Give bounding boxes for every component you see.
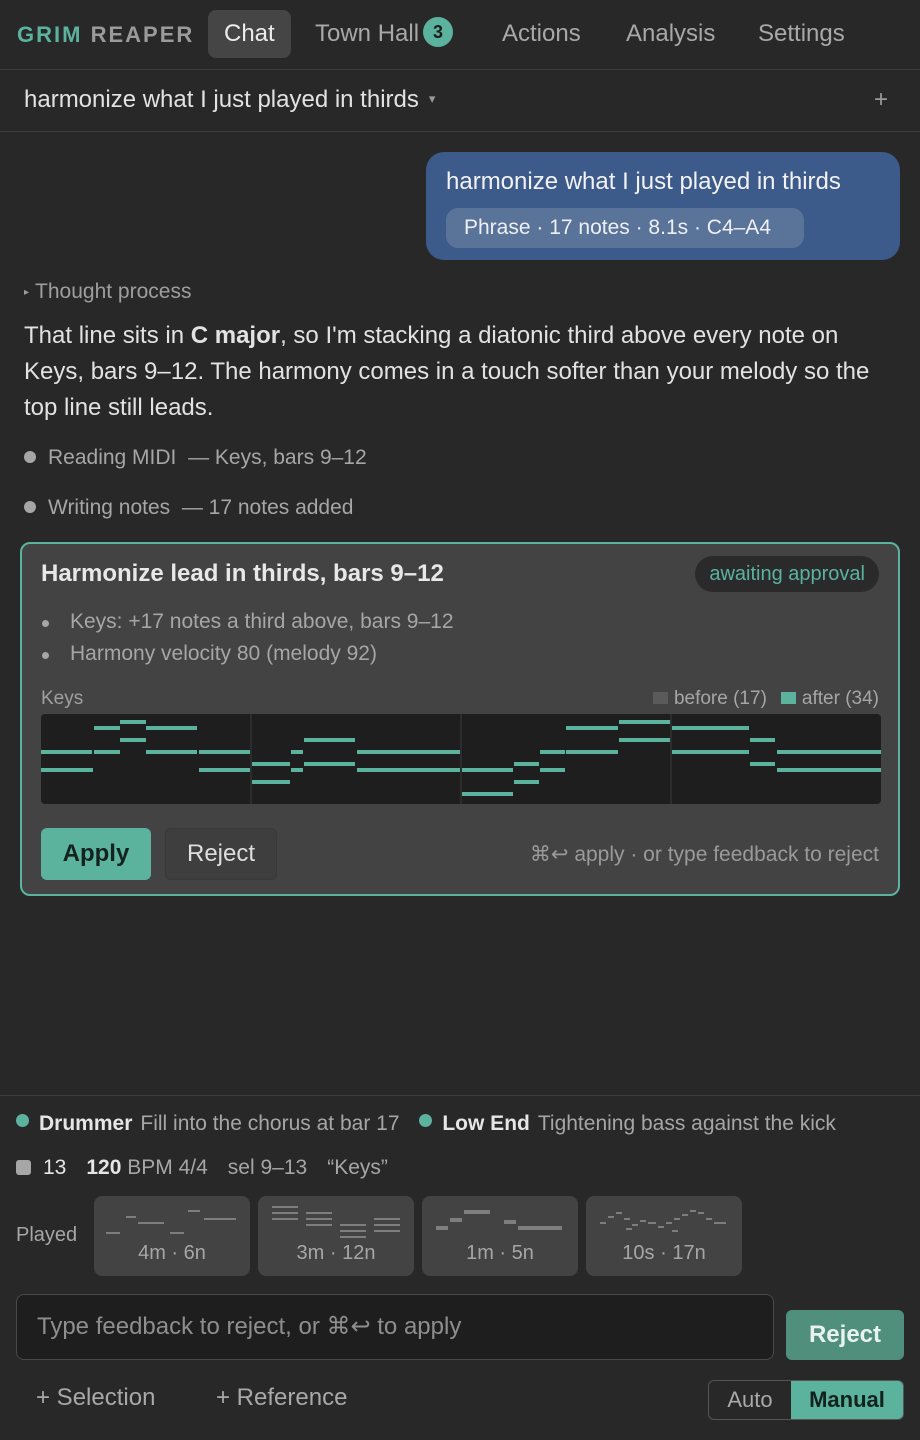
agent-message: Tightening bass against the kick bbox=[537, 1112, 836, 1135]
tab-settings[interactable]: Settings bbox=[742, 10, 861, 58]
played-clip[interactable]: 1m · 5n bbox=[422, 1196, 578, 1276]
after-swatch bbox=[780, 692, 796, 704]
agent-message: Fill into the chorus at bar 17 bbox=[140, 1112, 400, 1135]
step-detail: — Keys, bars 9–12 bbox=[188, 446, 367, 469]
apply-button[interactable]: Apply bbox=[41, 828, 151, 880]
clip-thumbnail bbox=[106, 1210, 236, 1234]
selection-range: sel 9–13 bbox=[227, 1156, 308, 1179]
step-label: Reading MIDI bbox=[48, 446, 177, 469]
played-clip[interactable]: 4m · 6n bbox=[94, 1196, 250, 1276]
tab-label: Settings bbox=[758, 20, 845, 47]
played-clip[interactable]: 3m · 12n bbox=[258, 1196, 414, 1276]
played-label: Played bbox=[16, 1224, 78, 1246]
clip-label: 4m · 6n bbox=[138, 1242, 206, 1264]
approval-mode-toggle: Auto Manual bbox=[708, 1380, 904, 1420]
clip-label: 10s · 17n bbox=[622, 1242, 706, 1264]
assistant-message: That line sits in C major, so I'm stacki… bbox=[24, 318, 904, 426]
mode-manual[interactable]: Manual bbox=[791, 1381, 903, 1419]
step-label: Writing notes bbox=[48, 496, 171, 519]
tab-analysis[interactable]: Analysis bbox=[610, 10, 731, 58]
step-status-dot bbox=[24, 501, 36, 513]
step-detail: — 17 notes added bbox=[181, 496, 354, 519]
track-count: 13 bbox=[43, 1156, 67, 1179]
feedback-input[interactable] bbox=[16, 1294, 774, 1360]
logo-word-grim: GRIM bbox=[17, 22, 83, 47]
tool-step-write: Writing notes — 17 notes added bbox=[24, 496, 353, 520]
agent-activity-strip: Drummer Fill into the chorus at bar 17 Lo… bbox=[16, 1112, 906, 1144]
user-message: harmonize what I just played in thirds P… bbox=[426, 152, 900, 260]
status-badge: awaiting approval bbox=[695, 556, 879, 592]
tool-step-read: Reading MIDI — Keys, bars 9–12 bbox=[24, 446, 367, 470]
action-title: Harmonize lead in thirds, bars 9–12 bbox=[41, 560, 444, 587]
action-detail: Keys: +17 notes a third above, bars 9–12 bbox=[42, 610, 454, 633]
thread-selector[interactable]: harmonize what I just played in thirds ▾ bbox=[24, 86, 435, 114]
clip-label: 3m · 12n bbox=[296, 1242, 376, 1264]
phrase-attachment-chip[interactable]: Phrase · 17 notes · 8.1s · C4–A4 bbox=[446, 208, 804, 248]
composer-panel: Drummer Fill into the chorus at bar 17 Lo… bbox=[0, 1095, 920, 1440]
reject-button[interactable]: Reject bbox=[165, 828, 277, 880]
piano-roll-preview bbox=[41, 714, 881, 804]
track-count-icon bbox=[16, 1160, 31, 1175]
tab-label: Chat bbox=[224, 20, 275, 47]
clip-thumbnail bbox=[272, 1206, 400, 1238]
project-status: 13 120 BPM 4/4 sel 9–13 “Keys” bbox=[16, 1156, 388, 1180]
thread-title: harmonize what I just played in thirds bbox=[24, 86, 419, 113]
answer-key: C major bbox=[190, 322, 281, 349]
mode-auto[interactable]: Auto bbox=[709, 1381, 791, 1419]
pending-action-card: Harmonize lead in thirds, bars 9–12 awai… bbox=[20, 542, 900, 896]
add-selection-button[interactable]: + Selection bbox=[36, 1384, 155, 1412]
logo-word-reaper: REAPER bbox=[90, 22, 195, 47]
top-navigation: GRIM REAPER Chat Town Hall 3 Actions Anal… bbox=[0, 0, 920, 70]
agent-status-dot bbox=[419, 1114, 433, 1127]
piano-roll-notes bbox=[41, 714, 881, 804]
diff-legend: before (17) after (34) bbox=[639, 688, 879, 710]
step-status-dot bbox=[24, 451, 36, 463]
selected-track: “Keys” bbox=[327, 1156, 388, 1179]
tab-town-hall[interactable]: Town Hall 3 bbox=[299, 10, 469, 58]
tab-label: Town Hall bbox=[315, 20, 420, 47]
played-clip[interactable]: 10s · 17n bbox=[586, 1196, 742, 1276]
clip-thumbnail bbox=[600, 1210, 726, 1232]
agent-status-dot bbox=[16, 1114, 29, 1127]
new-thread-button[interactable]: + bbox=[874, 86, 888, 114]
notification-badge: 3 bbox=[423, 17, 454, 47]
tempo-value: 120 bbox=[86, 1156, 122, 1179]
action-detail: Harmony velocity 80 (melody 92) bbox=[42, 642, 377, 665]
send-reject-button[interactable]: Reject bbox=[786, 1310, 904, 1360]
tab-label: Analysis bbox=[626, 20, 716, 47]
chevron-down-icon: ▾ bbox=[428, 91, 436, 106]
thought-process-toggle[interactable]: ▸ Thought process bbox=[24, 280, 191, 304]
clip-thumbnail bbox=[436, 1210, 562, 1230]
app-logo: GRIM REAPER bbox=[17, 22, 194, 48]
agent-name[interactable]: Low End bbox=[442, 1112, 530, 1135]
legend-after: after (34) bbox=[801, 688, 879, 709]
thought-process-label: Thought process bbox=[35, 280, 192, 303]
thread-header: harmonize what I just played in thirds ▾ … bbox=[0, 70, 920, 132]
keyboard-hint: ⌘↩ apply · or type feedback to reject bbox=[529, 843, 879, 866]
disclosure-triangle-icon: ▸ bbox=[24, 287, 30, 298]
tempo-meter: BPM 4/4 bbox=[127, 1156, 208, 1179]
track-label: Keys bbox=[41, 688, 84, 709]
agent-name[interactable]: Drummer bbox=[39, 1112, 132, 1135]
clip-label: 1m · 5n bbox=[466, 1242, 534, 1264]
legend-before: before (17) bbox=[673, 688, 767, 709]
tab-actions[interactable]: Actions bbox=[486, 10, 597, 58]
tab-chat[interactable]: Chat bbox=[208, 10, 291, 58]
user-message-text: harmonize what I just played in thirds bbox=[446, 168, 841, 195]
answer-text-start: That line sits in bbox=[24, 322, 191, 349]
before-swatch bbox=[652, 692, 668, 704]
tab-label: Actions bbox=[502, 20, 581, 47]
add-reference-button[interactable]: + Reference bbox=[216, 1384, 347, 1412]
